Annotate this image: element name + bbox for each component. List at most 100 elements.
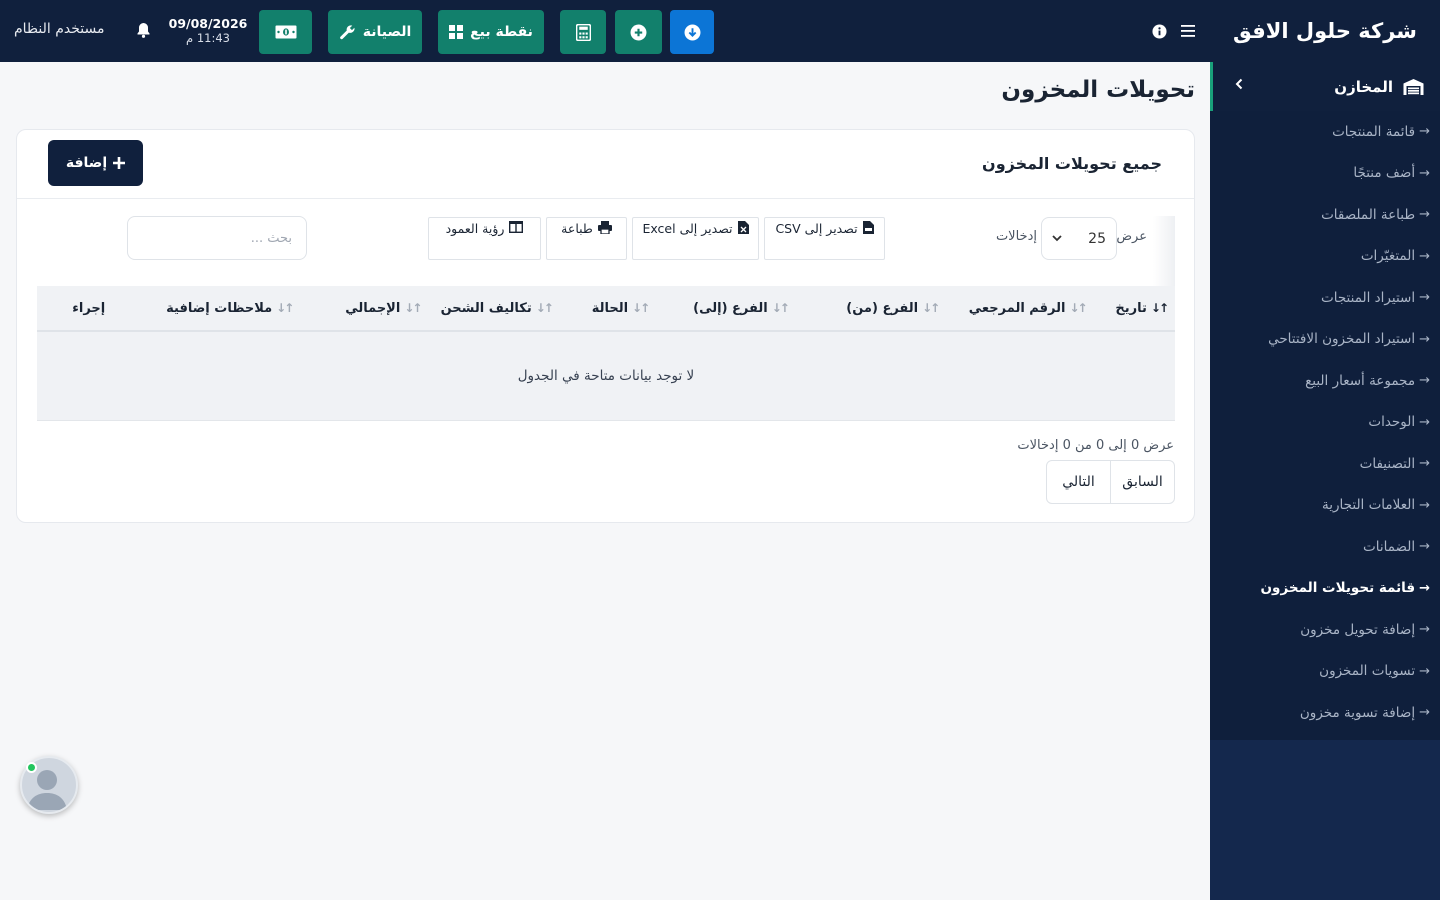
column-header-content: ↑↓ الإجمالي — [312, 300, 422, 316]
sidebar-section-warehouses[interactable]: المخازن — [1210, 62, 1440, 111]
column-header-label: تاريخ — [1115, 300, 1147, 316]
sidebar-item-label: قائمة المنتجات — [1332, 123, 1416, 140]
calculator-icon — [575, 23, 591, 41]
column-header[interactable]: إجراء — [37, 286, 156, 332]
online-status-dot — [26, 762, 37, 773]
brand-name[interactable]: شركة حلول الافق — [1210, 0, 1440, 62]
arrow-right-icon: → — [1419, 580, 1430, 596]
sidebar-item-label: أضف منتجًا — [1353, 165, 1416, 182]
file-excel-icon — [737, 221, 749, 234]
empty-table-message: لا توجد بيانات متاحة في الجدول — [37, 331, 1175, 421]
sidebar-item[interactable]: → إضافة تسوية مخزون — [1210, 692, 1440, 734]
quick-add-button[interactable] — [615, 10, 662, 54]
search-input[interactable] — [127, 216, 307, 260]
download-button[interactable] — [670, 10, 714, 54]
column-header-content: إجراء — [37, 301, 105, 316]
pagination: السابق التالي — [1046, 460, 1175, 504]
maintenance-button[interactable]: الصيانة — [328, 10, 422, 54]
plus-circle-icon — [630, 24, 647, 40]
calculator-button[interactable] — [560, 10, 606, 54]
sort-icon: ↑↓ — [632, 301, 650, 315]
sidebar-item-label: الوحدات — [1368, 414, 1416, 431]
sort-icon: ↑↓ — [276, 301, 294, 315]
plus-icon — [113, 157, 126, 169]
user-menu[interactable]: مستخدم النظام — [14, 21, 105, 37]
pos-button-label: نقطة بيع — [470, 24, 533, 40]
add-button-label: إضافة — [65, 155, 108, 171]
sidebar-item-label: قائمة تحويلات المخزون — [1260, 580, 1416, 597]
column-header-content: ↑↓ تاريخ — [1111, 300, 1169, 316]
column-header[interactable]: ↑↓ الحالة — [576, 286, 669, 332]
print-button[interactable]: طباعة — [546, 217, 627, 260]
sidebar-item[interactable]: → تسويات المخزون — [1210, 651, 1440, 693]
column-header[interactable]: ↑↓ الإجمالي — [312, 286, 431, 332]
export-excel-button[interactable]: تصدير إلى Excel — [632, 217, 759, 260]
sort-icon: ↑↓ — [535, 301, 554, 315]
sidebar-section-label: المخازن — [1334, 77, 1393, 96]
sidebar-item-label: تسويات المخزون — [1319, 663, 1416, 680]
table-info: عرض 0 إلى 0 من 0 إدخالات — [1017, 438, 1174, 453]
page-length-value: 25 — [1088, 230, 1106, 247]
sidebar-item[interactable]: → استيراد المخزون الافتتاحي — [1210, 319, 1440, 361]
column-header-label: الإجمالي — [345, 300, 401, 316]
sidebar-item[interactable]: → إضافة تحويل مخزون — [1210, 609, 1440, 651]
chevron-icon[interactable] — [1235, 78, 1243, 90]
column-header[interactable]: ↑↓ الرقم المرجعي — [958, 286, 1111, 332]
arrow-right-icon: → — [1419, 539, 1430, 555]
previous-page-button[interactable]: السابق — [1111, 461, 1174, 503]
sidebar-item[interactable]: → العلامات التجارية — [1210, 485, 1440, 527]
info-icon[interactable] — [1150, 22, 1168, 40]
sidebar-item-label: مجموعة أسعار البيع — [1305, 372, 1416, 389]
entries-label: إدخالات — [995, 229, 1037, 244]
sidebar-item[interactable]: → الضمانات — [1210, 526, 1440, 568]
export-csv-button[interactable]: تصدير إلى CSV — [764, 217, 885, 260]
next-page-button[interactable]: التالي — [1047, 461, 1111, 503]
sidebar-item[interactable]: → استيراد المنتجات — [1210, 277, 1440, 319]
sort-icon: ↑↓ — [1150, 301, 1169, 315]
sidebar-item[interactable]: → قائمة تحويلات المخزون — [1210, 568, 1440, 610]
pos-button[interactable]: نقطة بيع — [438, 10, 544, 54]
sidebar-item[interactable]: → أضف منتجًا — [1210, 153, 1440, 195]
sidebar-item[interactable]: → طباعة الملصقات — [1210, 194, 1440, 236]
sidebar-item-label: استيراد المنتجات — [1321, 289, 1416, 306]
sidebar-item[interactable]: → المتغيّرات — [1210, 236, 1440, 278]
arrow-right-icon: → — [1419, 331, 1430, 347]
sidebar-item[interactable]: → قائمة المنتجات — [1210, 111, 1440, 153]
sidebar-menu: → قائمة المنتجات → أضف منتجًا → طباعة الملصقا… — [1210, 111, 1440, 740]
sidebar-item[interactable]: → الوحدات — [1210, 402, 1440, 444]
arrow-right-icon: → — [1419, 414, 1430, 430]
sidebar-item-label: طباعة الملصقات — [1321, 206, 1416, 223]
column-header[interactable]: ↑↓ تاريخ — [1110, 286, 1175, 332]
column-header[interactable]: ↑↓ تكاليف الشحن — [430, 286, 577, 332]
column-header-label: الحالة — [591, 300, 629, 316]
add-transfer-button[interactable]: إضافة — [48, 140, 143, 186]
column-visibility-button[interactable]: رؤية العمود — [428, 217, 541, 260]
table-row: لا توجد بيانات متاحة في الجدول — [37, 331, 1175, 421]
column-header-content: ↑↓ الفرع (إلى) — [668, 301, 790, 316]
page-length-select[interactable]: 25 — [1041, 217, 1117, 260]
date-time-display: 09/08/2026 11:43 م — [166, 16, 250, 46]
sidebar-item-label: التصنيفات — [1359, 455, 1416, 472]
arrow-right-icon: → — [1419, 456, 1430, 472]
sidebar-item-label: الضمانات — [1363, 538, 1416, 555]
hamburger-menu-icon[interactable] — [1179, 22, 1197, 40]
maintenance-button-label: الصيانة — [362, 24, 412, 40]
sidebar-item-label: إضافة تسوية مخزون — [1299, 704, 1416, 721]
sidebar-item[interactable]: → مجموعة أسعار البيع — [1210, 360, 1440, 402]
column-header-label: الرقم المرجعي — [968, 300, 1066, 316]
export-excel-label: تصدير إلى Excel — [642, 221, 733, 236]
arrow-right-icon: → — [1419, 663, 1430, 679]
column-header[interactable]: ↑↓ الفرع (من) — [807, 286, 959, 332]
cash-register-button[interactable] — [259, 10, 312, 54]
bell-icon[interactable] — [133, 22, 151, 40]
sidebar-item-label: استيراد المخزون الافتتاحي — [1268, 331, 1416, 348]
column-header-content: ↑↓ ملاحظات إضافية — [155, 301, 294, 316]
column-header[interactable]: ↑↓ الفرع (إلى) — [668, 286, 808, 332]
sort-icon: ↑↓ — [922, 301, 940, 315]
sidebar-item[interactable]: → التصنيفات — [1210, 443, 1440, 485]
column-header-label: تكاليف الشحن — [440, 300, 532, 316]
arrow-right-icon: → — [1419, 290, 1430, 306]
export-csv-label: تصدير إلى CSV — [775, 221, 858, 236]
arrow-circle-down-icon — [684, 24, 700, 40]
column-header[interactable]: ↑↓ ملاحظات إضافية — [155, 286, 313, 332]
